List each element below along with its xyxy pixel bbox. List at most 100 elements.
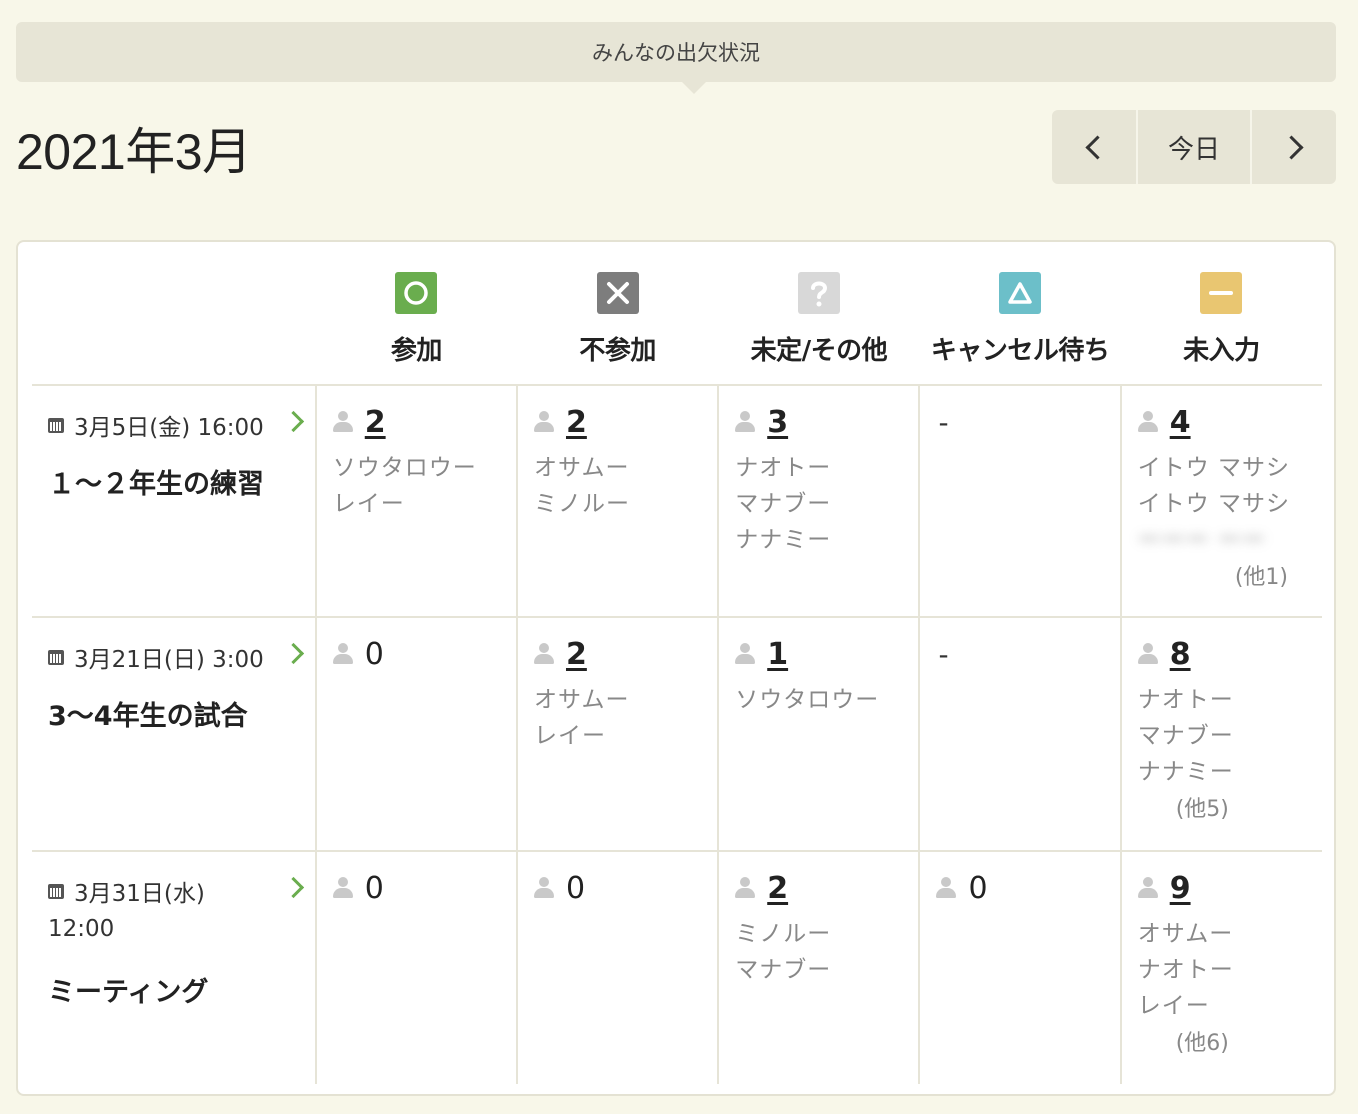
event-row: 3月31日(水) 12:00 ミーティング 0 0 2 ミノルー マナブー 0 … <box>32 850 1322 1084</box>
table-corner <box>32 256 316 385</box>
more-count: (他1) <box>1234 565 1288 590</box>
cell-yes: 2 ソウタロウー レイー <box>314 384 517 617</box>
cell-undecided: 2 ミノルー マナブー <box>717 850 920 1084</box>
person-icon <box>332 877 353 899</box>
person-icon <box>1137 877 1158 899</box>
attendee-name: オサムー <box>533 455 630 481</box>
attendee-name: マナブー <box>735 491 832 517</box>
attendee-count-link[interactable]: 4 <box>1170 405 1191 440</box>
person-icon <box>735 877 756 899</box>
attendee-name: ナオトー <box>1137 687 1234 713</box>
cell-no: 2 オサムー レイー <box>515 616 719 851</box>
attendee-name: オサムー <box>533 687 630 713</box>
attendee-name: ナナミー <box>735 527 832 553</box>
chevron-right-icon[interactable] <box>282 876 305 899</box>
blurred-attendee-name: ーーー ーー <box>1137 527 1266 553</box>
month-nav: 今日 <box>1052 110 1336 184</box>
event-info[interactable]: 3月31日(水) 12:00 ミーティング <box>32 850 316 1084</box>
attendee-count: 0 <box>968 870 988 906</box>
next-month-button[interactable] <box>1252 110 1336 184</box>
attendee-count-link[interactable]: 2 <box>767 871 788 906</box>
status-label: 参加 <box>390 336 443 366</box>
cell-waiting: - <box>918 384 1121 617</box>
attendee-name: マナブー <box>1137 723 1234 749</box>
event-info[interactable]: 3月5日(金) 16:00 １～２年生の練習 <box>32 384 316 617</box>
status-header-yes: 参加 <box>316 256 517 385</box>
minus-icon <box>1200 272 1243 314</box>
person-icon <box>1137 643 1158 665</box>
attendee-count-link[interactable]: 2 <box>566 637 587 672</box>
event-date: 3月21日(日) 3:00 <box>48 640 264 674</box>
attendee-name: レイー <box>533 723 606 749</box>
cross-icon <box>596 272 639 314</box>
event-date-text: 3月21日(日) 3:00 <box>74 647 264 673</box>
attendee-count: 0 <box>364 870 384 906</box>
attendee-count-link[interactable]: 3 <box>767 405 788 440</box>
cell-yes: 0 <box>314 616 517 851</box>
attendee-name: レイー <box>1137 993 1210 1019</box>
attendee-name: イトウ マサシ <box>1137 491 1290 517</box>
cell-waiting: - <box>918 616 1121 851</box>
triangle-icon <box>999 272 1042 314</box>
person-icon <box>533 643 554 665</box>
person-icon <box>332 411 353 433</box>
chevron-left-icon <box>1084 134 1110 160</box>
attendee-name: レイー <box>332 491 405 517</box>
calendar-icon <box>48 883 64 899</box>
calendar-icon <box>48 649 64 665</box>
cell-yes: 0 <box>314 850 517 1084</box>
person-icon <box>332 643 353 665</box>
circle-icon <box>395 272 438 314</box>
event-date-text: 3月5日(金) 16:00 <box>74 415 264 441</box>
attendee-count-link[interactable]: 1 <box>767 637 788 672</box>
attendee-name: マナブー <box>735 957 832 983</box>
cell-undecided: 1 ソウタロウー <box>717 616 920 851</box>
cell-no: 2 オサムー ミノルー <box>515 384 719 617</box>
cell-none: 4 イトウ マサシ イトウ マサシ ーーー ーー (他1) <box>1119 384 1322 617</box>
more-count: (他5) <box>1175 797 1229 822</box>
attendee-name: ミノルー <box>533 491 630 517</box>
attendee-name: オサムー <box>1137 921 1234 947</box>
event-row: 3月21日(日) 3:00 3～4年生の試合 0 2 オサムー レイー 1 ソウ… <box>32 616 1322 851</box>
event-date-text: 3月31日(水) <box>74 881 205 907</box>
status-header-none: 未入力 <box>1121 256 1322 385</box>
status-header-waiting: キャンセル待ち <box>919 256 1120 385</box>
event-row: 3月5日(金) 16:00 １～２年生の練習 2 ソウタロウー レイー 2 オサ… <box>32 384 1322 617</box>
cell-no: 0 <box>515 850 719 1084</box>
today-button[interactable]: 今日 <box>1138 110 1252 184</box>
prev-month-button[interactable] <box>1052 110 1138 184</box>
status-label: キャンセル待ち <box>930 336 1110 366</box>
attendee-count-link[interactable]: 8 <box>1170 637 1191 672</box>
attendee-count: 0 <box>565 870 586 906</box>
person-icon <box>1137 411 1158 433</box>
question-icon <box>797 272 840 314</box>
attendee-name: ナオトー <box>1137 957 1234 983</box>
attendance-tab-label: みんなの出欠状況 <box>592 41 760 65</box>
attendee-name: ミノルー <box>735 921 832 947</box>
status-label: 未入力 <box>1183 336 1260 366</box>
person-icon <box>533 877 554 899</box>
chevron-right-icon[interactable] <box>282 642 305 665</box>
event-name: ミーティング <box>48 977 209 1008</box>
attendee-name: ソウタロウー <box>332 455 477 481</box>
event-date: 3月5日(金) 16:00 <box>48 408 264 442</box>
chevron-right-icon[interactable] <box>282 410 305 433</box>
attendee-name: ナナミー <box>1137 759 1234 785</box>
person-icon <box>936 877 957 899</box>
attendee-count-link[interactable]: 9 <box>1170 871 1191 906</box>
attendee-count-link[interactable]: 2 <box>365 405 386 440</box>
status-label: 未定/その他 <box>750 336 888 366</box>
cell-none: 9 オサムー ナオトー レイー (他6) <box>1119 850 1322 1084</box>
person-icon <box>533 411 554 433</box>
attendee-count-link[interactable]: 2 <box>566 405 587 440</box>
person-icon <box>735 643 756 665</box>
status-label: 不参加 <box>579 336 656 366</box>
attendance-board: 参加 不参加 未定/その他 キャンセル待ち 未入力 3月5日(金) 16:00 … <box>16 240 1336 1096</box>
cell-undecided: 3 ナオトー マナブー ナナミー <box>717 384 920 617</box>
person-icon <box>735 411 756 433</box>
attendance-tab[interactable]: みんなの出欠状況 <box>16 22 1336 94</box>
event-date: 3月31日(水) <box>48 874 205 908</box>
attendee-name: ナオトー <box>735 455 832 481</box>
event-info[interactable]: 3月21日(日) 3:00 3～4年生の試合 <box>32 616 316 851</box>
calendar-icon <box>48 417 64 433</box>
